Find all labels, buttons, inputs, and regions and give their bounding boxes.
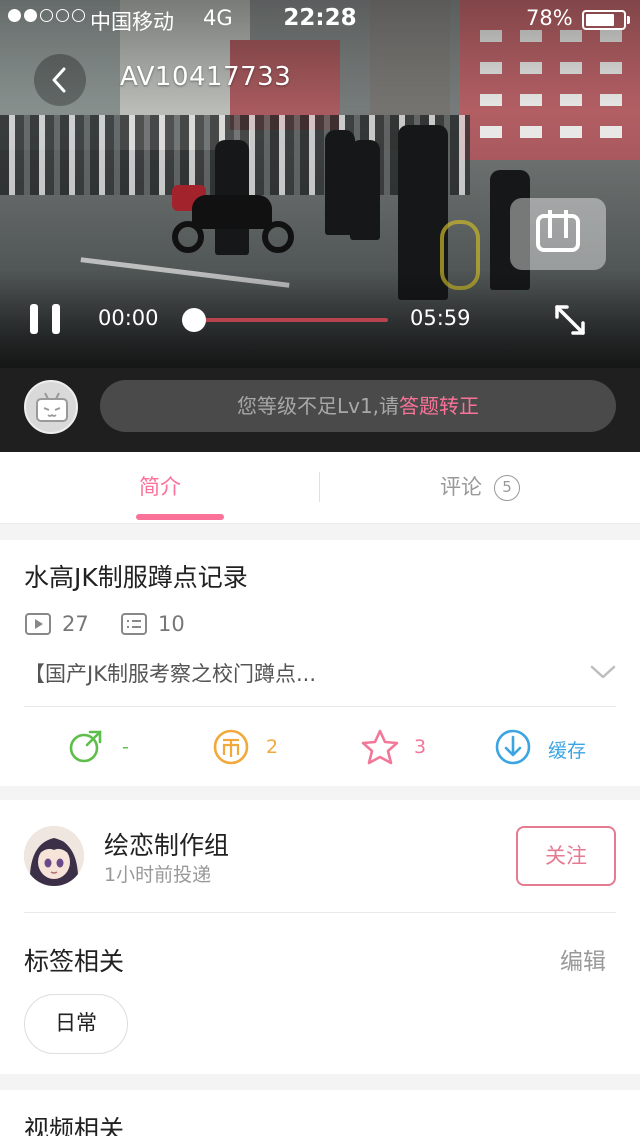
anime-avatar-icon bbox=[24, 826, 84, 886]
pause-icon bbox=[30, 304, 38, 334]
user-avatar[interactable] bbox=[24, 380, 78, 434]
pause-icon bbox=[52, 304, 60, 334]
video-frame-scooter bbox=[172, 185, 297, 255]
video-id: AV10417733 bbox=[120, 62, 292, 92]
battery-icon bbox=[582, 10, 626, 30]
chevron-left-icon bbox=[52, 67, 66, 93]
cache-label: 缓存 bbox=[548, 740, 587, 762]
danmaku-input-bar: 您等级不足Lv1,请答题转正 bbox=[0, 368, 640, 452]
uploader-name[interactable]: 绘恋制作组 bbox=[104, 826, 229, 862]
tab-comments-label: 评论 bbox=[440, 475, 482, 499]
uploader-avatar[interactable] bbox=[24, 826, 84, 886]
video-description[interactable]: 【国产JK制服考察之校门蹲点... bbox=[24, 658, 316, 688]
comment-count-badge: 5 bbox=[494, 475, 520, 501]
video-info-card: 水高JK制服蹲点记录 27 10 【国产JK制服考察之校门蹲点... - 2 3… bbox=[0, 540, 640, 786]
related-videos-section: 视频相关 bbox=[0, 1090, 640, 1136]
battery-percentage: 78% bbox=[526, 6, 573, 30]
download-icon bbox=[495, 729, 531, 765]
chevron-down-icon[interactable] bbox=[590, 664, 616, 680]
star-icon bbox=[361, 729, 399, 765]
danmaku-count-value: 10 bbox=[158, 612, 185, 636]
pause-button[interactable] bbox=[30, 304, 62, 336]
divider bbox=[24, 706, 616, 707]
tab-intro-label: 简介 bbox=[139, 475, 181, 499]
progress-knob[interactable] bbox=[182, 308, 206, 332]
danmaku-input[interactable]: 您等级不足Lv1,请答题转正 bbox=[100, 380, 616, 432]
battery-tip bbox=[627, 16, 630, 24]
video-frame-person bbox=[350, 140, 380, 240]
danmaku-count: 10 bbox=[120, 610, 185, 640]
back-button[interactable] bbox=[34, 54, 86, 106]
tag-chip[interactable]: 日常 bbox=[24, 994, 128, 1054]
play-count-icon bbox=[25, 613, 51, 635]
content-tabs: 简介 评论 5 bbox=[0, 452, 640, 524]
tags-heading: 标签相关 bbox=[24, 947, 125, 976]
divider bbox=[24, 912, 616, 913]
danmaku-icon bbox=[536, 210, 580, 252]
favorite-count: 3 bbox=[414, 736, 427, 758]
edit-tags-button[interactable]: 编辑 bbox=[560, 942, 606, 976]
coin-icon bbox=[213, 729, 249, 765]
danmaku-count-icon bbox=[121, 613, 147, 635]
related-heading: 视频相关 bbox=[24, 1115, 125, 1136]
play-count-value: 27 bbox=[62, 612, 89, 636]
player-controls: 00:00 05:59 bbox=[0, 296, 640, 344]
total-time: 05:59 bbox=[410, 306, 471, 330]
post-time: 1小时前投递 bbox=[104, 864, 212, 886]
video-title: 水高JK制服蹲点记录 bbox=[24, 563, 248, 592]
active-tab-indicator bbox=[136, 514, 224, 520]
status-bar: 中国移动 4G 22:28 78% bbox=[0, 0, 640, 40]
progress-bar[interactable] bbox=[194, 318, 388, 322]
coin-count: 2 bbox=[266, 736, 279, 758]
video-player[interactable]: 中国移动 4G 22:28 78% AV10417733 00:00 05:59 bbox=[0, 0, 640, 368]
tab-comments[interactable]: 评论 5 bbox=[320, 452, 640, 524]
follow-button[interactable]: 关注 bbox=[516, 826, 616, 886]
share-count: - bbox=[122, 736, 129, 758]
play-count: 27 bbox=[24, 610, 89, 640]
answer-quiz-link[interactable]: 答题转正 bbox=[399, 394, 479, 418]
level-notice-text: 您等级不足Lv1,请 bbox=[236, 394, 400, 418]
fullscreen-icon bbox=[555, 305, 585, 335]
share-icon bbox=[69, 730, 102, 763]
current-time: 00:00 bbox=[98, 306, 159, 330]
tv-mascot-icon bbox=[36, 392, 68, 422]
fullscreen-button[interactable] bbox=[552, 302, 588, 338]
uploader-section: 绘恋制作组 1小时前投递 关注 标签相关 编辑 日常 bbox=[0, 800, 640, 1074]
danmaku-toggle-button[interactable] bbox=[510, 198, 606, 270]
